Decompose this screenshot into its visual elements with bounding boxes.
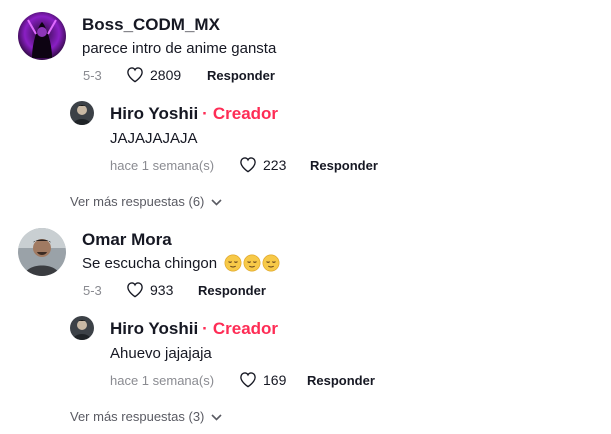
heart-icon — [127, 282, 143, 298]
creator-badge: Creador — [212, 319, 279, 338]
reply-like-button[interactable]: 169 — [239, 371, 286, 388]
reply-like-button[interactable]: 223 — [239, 156, 286, 173]
reply-button[interactable]: Responder — [310, 158, 378, 174]
relieved-face-emoji — [262, 254, 280, 272]
like-button[interactable]: 933 — [126, 281, 173, 298]
hiro-avatar[interactable] — [70, 101, 94, 125]
view-more-label: Ver más respuestas (6) — [70, 194, 205, 209]
reply-author: Hiro Yoshii · Creador — [110, 319, 278, 339]
separator-dot: · — [202, 319, 208, 338]
comment-username[interactable]: Omar Mora — [82, 230, 172, 250]
reply-username[interactable]: Hiro Yoshii — [110, 104, 198, 123]
reply-date: hace 1 semana(s) — [110, 158, 215, 173]
purple-neon-avatar[interactable] — [18, 12, 66, 60]
heart-icon — [240, 157, 256, 173]
heart-icon — [127, 67, 143, 83]
view-more-label: Ver más respuestas (3) — [70, 409, 205, 424]
reply-button[interactable]: Responder — [198, 283, 266, 299]
reply-button[interactable]: Responder — [207, 68, 275, 84]
hiro-avatar[interactable] — [70, 316, 94, 340]
chevron-down-icon — [211, 413, 222, 421]
relieved-face-emoji — [243, 254, 261, 272]
reply-date: hace 1 semana(s) — [110, 373, 215, 388]
comment-username[interactable]: Boss_CODM_MX — [82, 15, 220, 35]
chevron-down-icon — [211, 198, 222, 206]
view-more-replies[interactable]: Ver más respuestas (6) — [70, 194, 222, 210]
comment-text: parece intro de anime gansta — [82, 40, 277, 57]
comment-text: Se escucha chingon — [82, 254, 280, 274]
like-count: 169 — [263, 371, 287, 388]
like-count: 2809 — [150, 66, 182, 83]
reply-text: JAJAJAJAJA — [110, 130, 198, 147]
comment-date: 5-3 — [83, 68, 102, 83]
like-count: 223 — [263, 156, 287, 173]
like-button[interactable]: 2809 — [126, 66, 181, 83]
omar-avatar[interactable] — [18, 228, 66, 276]
creator-badge: Creador — [212, 104, 279, 123]
comment-date: 5-3 — [83, 283, 102, 298]
reply-username[interactable]: Hiro Yoshii — [110, 319, 198, 338]
view-more-replies[interactable]: Ver más respuestas (3) — [70, 409, 222, 425]
reply-text: Ahuevo jajajaja — [110, 345, 212, 362]
reply-author: Hiro Yoshii · Creador — [110, 104, 278, 124]
heart-icon — [240, 372, 256, 388]
like-count: 933 — [150, 281, 174, 298]
relieved-face-emoji — [224, 254, 242, 272]
comment-text-body: Se escucha chingon — [82, 255, 218, 272]
separator-dot: · — [202, 104, 208, 123]
reply-button[interactable]: Responder — [307, 373, 375, 389]
